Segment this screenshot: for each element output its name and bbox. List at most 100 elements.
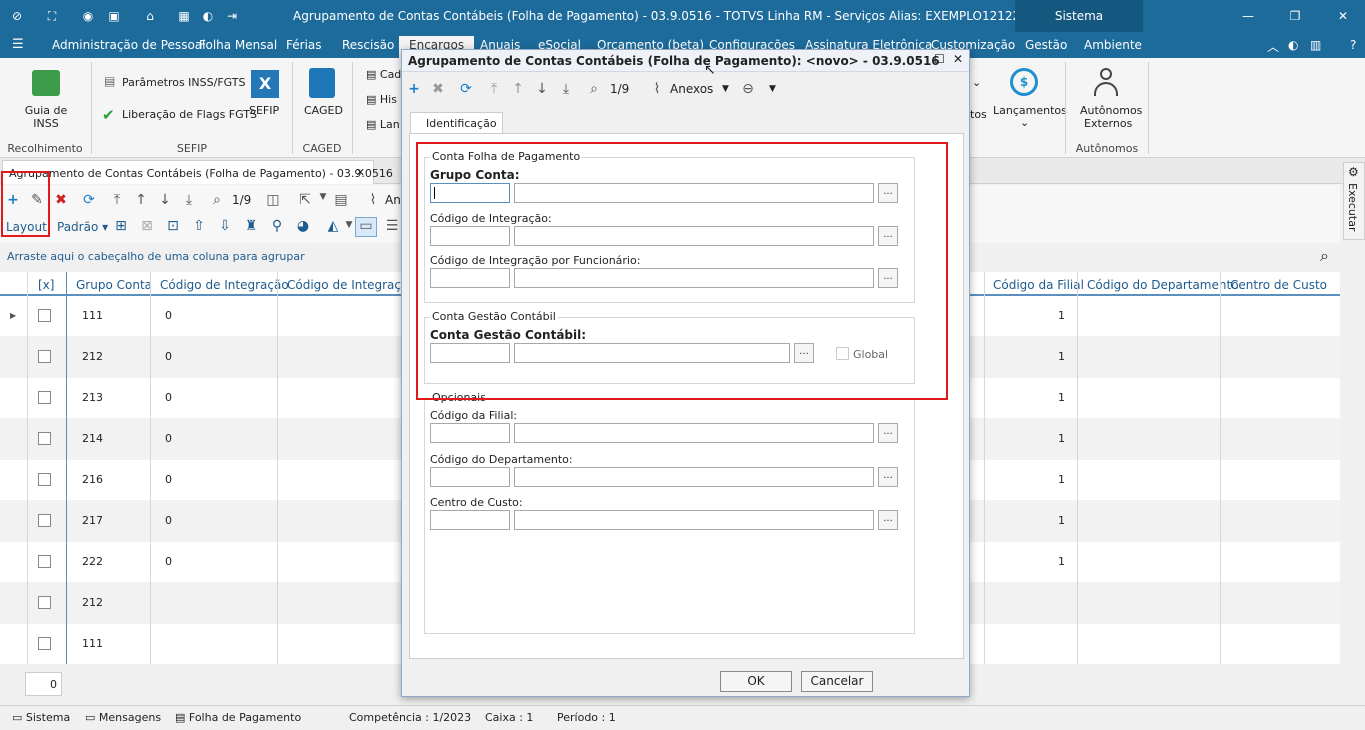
guia-inss-button[interactable]: Guia de INSS [18, 104, 74, 130]
status-folha[interactable]: ▤ Folha de Pagamento [175, 711, 301, 724]
row-checkbox[interactable] [38, 514, 51, 527]
dialog-delete-icon[interactable]: ✖ [429, 81, 447, 97]
row-checkbox[interactable] [38, 555, 51, 568]
view-mode-icon[interactable]: ▭ [355, 217, 377, 237]
dialog-next-icon[interactable]: ↓ [533, 81, 551, 97]
header-cod-filial[interactable]: Código da Filial [993, 278, 1084, 292]
restore-icon[interactable]: ❐ [1287, 8, 1303, 24]
last-icon[interactable]: ⤓ [180, 192, 198, 208]
home-icon[interactable]: ⌂ [142, 8, 158, 24]
row-checkbox[interactable] [38, 596, 51, 609]
layout-select[interactable]: Padrão ▾ [57, 220, 108, 234]
cod-departamento-desc-input[interactable] [514, 467, 874, 487]
split-view-icon[interactable]: ☰ [383, 218, 401, 234]
cancel-button[interactable]: Cancelar [801, 671, 873, 692]
menu-folha-mensal[interactable]: Folha Mensal [199, 38, 277, 52]
save-layout-icon[interactable]: ⊡ [164, 218, 182, 234]
header-cod-integracao[interactable]: Código de Integração [160, 278, 289, 292]
caged-button[interactable]: CAGED [304, 104, 343, 117]
dialog-refresh-icon[interactable]: ⟳ [457, 81, 475, 97]
autonomos-button[interactable]: Autônomos [1080, 104, 1142, 117]
chevron-down-icon[interactable]: ▼ [722, 84, 729, 94]
header-grupo-conta[interactable]: Grupo Conta [76, 278, 152, 292]
sefip-button[interactable]: SEFIP [249, 104, 279, 117]
parametros-button[interactable]: Parâmetros INSS/FGTS [122, 76, 245, 89]
menu-ferias[interactable]: Férias [286, 38, 322, 52]
delete-icon[interactable]: ✖ [52, 192, 70, 208]
dialog-add-icon[interactable]: + [405, 81, 423, 97]
next-icon[interactable]: ↓ [156, 192, 174, 208]
cad-item[interactable]: ▤ Cad [366, 68, 401, 81]
grid-icon[interactable]: ▦ [176, 8, 192, 24]
cod-filial-code-input[interactable] [430, 423, 510, 443]
row-checkbox[interactable] [38, 309, 51, 322]
cod-departamento-code-input[interactable] [430, 467, 510, 487]
row-checkbox[interactable] [38, 350, 51, 363]
centro-custo-lookup-button[interactable]: ... [878, 510, 898, 530]
dialog-anexos-button[interactable]: Anexos [670, 82, 713, 96]
sistema-tab[interactable]: Sistema [1015, 0, 1143, 32]
header-cod-departamento[interactable]: Código do Departamento [1087, 278, 1239, 292]
add-layout-icon[interactable]: ⊞ [112, 218, 130, 234]
tab-identificacao[interactable]: Identificação [410, 112, 503, 134]
paint-icon[interactable]: ♜ [242, 218, 260, 234]
menu-ambiente[interactable]: Ambiente [1084, 38, 1142, 52]
cod-filial-desc-input[interactable] [514, 423, 874, 443]
his-item[interactable]: ▤ His [366, 93, 397, 106]
centro-custo-code-input[interactable] [430, 510, 510, 530]
dialog-first-icon[interactable]: ⤒ [485, 81, 503, 97]
window-icon[interactable]: ▣ [106, 8, 122, 24]
grid-search-icon[interactable]: ⌕ [1320, 246, 1329, 266]
header-select[interactable]: [x] [38, 278, 54, 292]
row-checkbox[interactable] [38, 473, 51, 486]
columns-icon[interactable]: ◫ [264, 192, 282, 208]
menu-gestao[interactable]: Gestão [1025, 38, 1067, 52]
filter-icon[interactable]: ⚲ [268, 218, 286, 234]
executar-side-tab[interactable]: ⚙ Executar [1343, 162, 1365, 240]
dialog-search-icon[interactable]: ⌕ [585, 81, 603, 97]
menu-administracao[interactable]: Administração de Pessoal [52, 38, 205, 52]
report-icon[interactable]: ▤ [332, 192, 350, 208]
chevron-down-icon[interactable]: ▼ [314, 192, 332, 202]
view-icon[interactable]: ◉ [80, 8, 96, 24]
ok-button[interactable]: OK [720, 671, 792, 692]
row-checkbox[interactable] [38, 432, 51, 445]
lancamentos-button[interactable]: Lançamentos [993, 104, 1067, 117]
totvs-logo-icon[interactable]: ⊘ [9, 8, 25, 24]
org-chart-icon[interactable]: ⛶ [44, 8, 60, 24]
status-mensagens[interactable]: ▭ Mensagens [85, 711, 161, 724]
chevron-down-icon[interactable]: ⌄ [1020, 116, 1029, 129]
export-icon[interactable]: ⇱ [296, 192, 314, 208]
menu-rescisao[interactable]: Rescisão [342, 38, 394, 52]
autonomos-button-line2[interactable]: Externos [1084, 117, 1132, 130]
liberacao-button[interactable]: Liberação de Flags FGTS [122, 108, 257, 121]
status-sistema[interactable]: ▭ Sistema [12, 711, 70, 724]
refresh-icon[interactable]: ⟳ [80, 192, 98, 208]
upload-layout-icon[interactable]: ⇧ [190, 218, 208, 234]
anexos-partial[interactable]: An [385, 193, 401, 207]
previous-icon[interactable]: ↑ [132, 192, 150, 208]
color-icon[interactable]: ◕ [294, 218, 312, 234]
download-layout-icon[interactable]: ⇩ [216, 218, 234, 234]
attachment-icon[interactable]: ⌇ [364, 192, 382, 208]
exit-icon[interactable]: ⇥ [224, 8, 240, 24]
dialog-close-icon[interactable]: ✕ [953, 52, 963, 66]
tos-label[interactable]: tos [970, 108, 987, 121]
dialog-last-icon[interactable]: ⤓ [557, 81, 575, 97]
first-icon[interactable]: ⤒ [108, 192, 126, 208]
header-centro-custo[interactable]: Centro de Custo [1230, 278, 1327, 292]
theme-icon[interactable]: ◐ [1288, 38, 1298, 52]
lan-item[interactable]: ▤ Lan [366, 118, 400, 131]
dialog-previous-icon[interactable]: ↑ [509, 81, 527, 97]
collapse-ribbon-icon[interactable]: ︿ [1267, 38, 1279, 55]
search-icon[interactable]: ⌕ [208, 192, 226, 208]
document-tab[interactable]: Agrupamento de Contas Contábeis (Folha d… [2, 160, 393, 184]
centro-custo-desc-input[interactable] [514, 510, 874, 530]
row-checkbox[interactable] [38, 391, 51, 404]
cod-departamento-lookup-button[interactable]: ... [878, 467, 898, 487]
menu-icon[interactable]: ☰ [12, 37, 24, 52]
row-checkbox[interactable] [38, 637, 51, 650]
chevron-down-icon[interactable]: ⌄ [972, 76, 981, 89]
globe-icon[interactable]: ◐ [200, 8, 216, 24]
close-icon[interactable]: ✕ [1335, 8, 1351, 24]
